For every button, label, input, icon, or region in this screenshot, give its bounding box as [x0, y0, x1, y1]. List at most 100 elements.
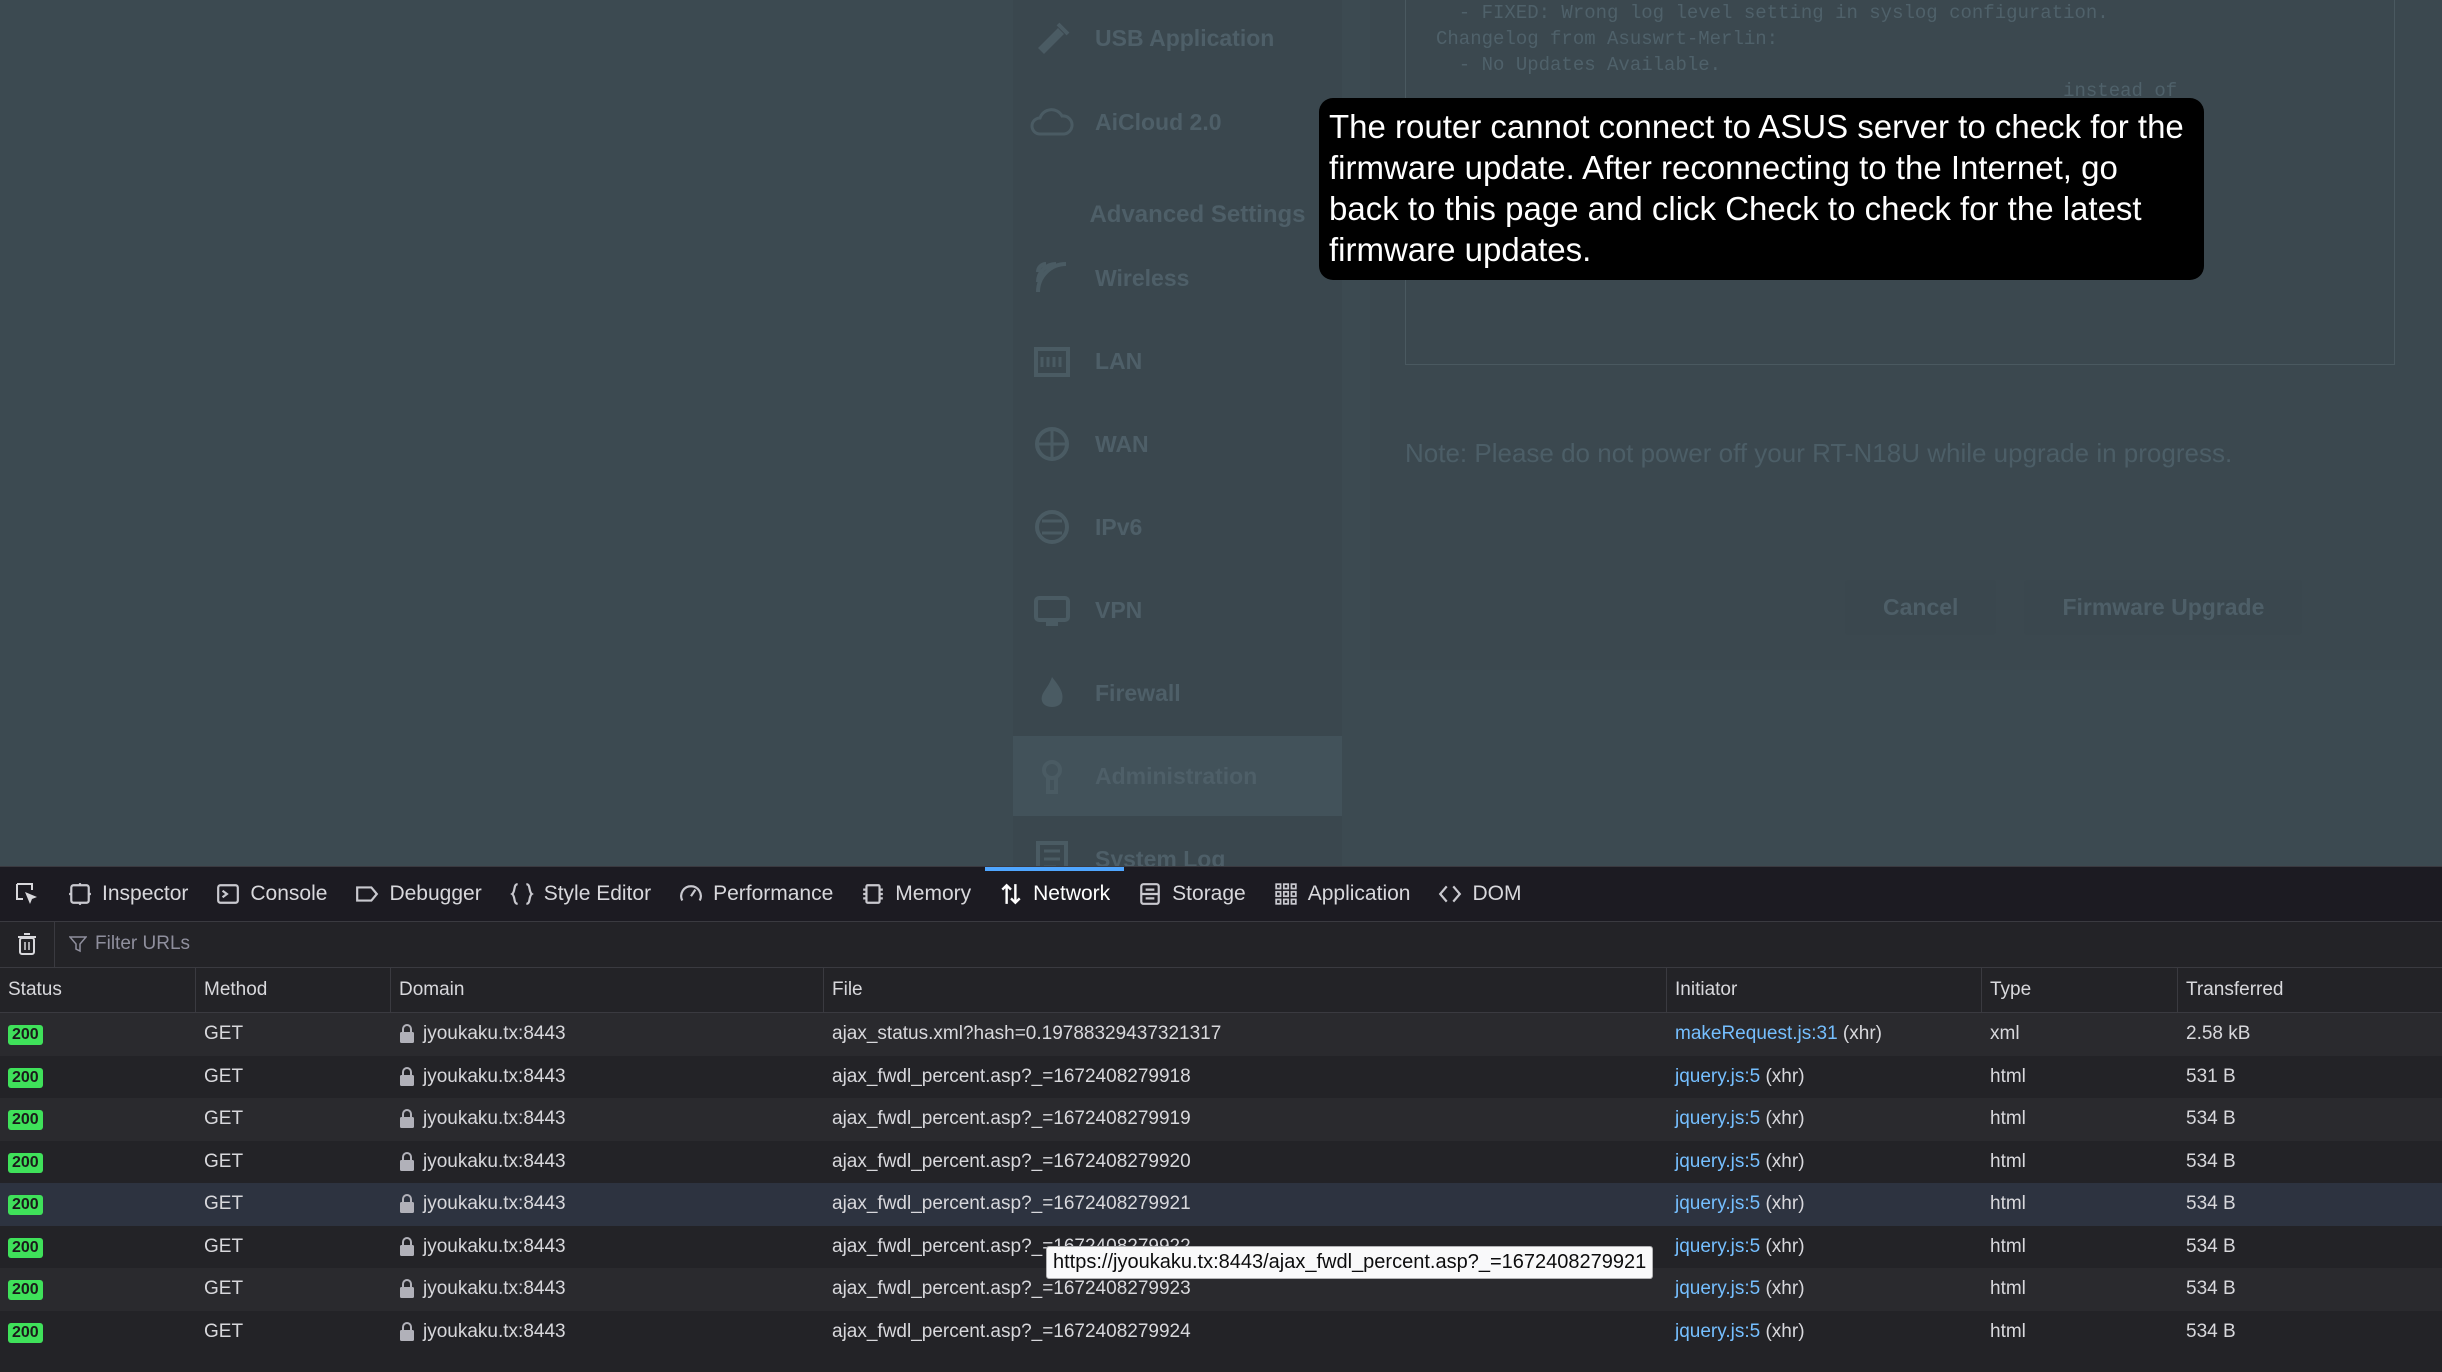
table-row[interactable]: 200 GET jyoukaku.tx:8443 ajax_fwdl_percent.…: [0, 1055, 2442, 1098]
element-picker-icon[interactable]: [0, 867, 54, 921]
initiator-kind: (xhr): [1837, 1023, 1882, 1045]
transferred-cell: 534 B: [2186, 1278, 2236, 1300]
table-row[interactable]: 200 GET jyoukaku.tx:8443 ajax_status.xml?ha…: [0, 1013, 2442, 1056]
status-cell: 200: [0, 1321, 196, 1343]
filter-urls-input[interactable]: Filter URLs: [69, 933, 190, 955]
domain-text: jyoukaku.tx:8443: [423, 1023, 566, 1045]
tab-inspector[interactable]: Inspector: [54, 867, 202, 921]
status-cell: 200: [0, 1236, 196, 1258]
domain-cell: jyoukaku.tx:8443: [391, 1151, 824, 1173]
method-cell: GET: [204, 1235, 244, 1257]
performance-icon: [679, 882, 703, 906]
inspector-icon: [68, 882, 92, 906]
memory-icon: [861, 882, 885, 906]
filter-placeholder: Filter URLs: [95, 933, 191, 954]
initiator-link[interactable]: jquery.js:5: [1675, 1066, 1760, 1087]
column-header-file[interactable]: File: [824, 968, 1667, 1012]
sidebar-item-lan[interactable]: LAN: [1013, 321, 1342, 401]
tab-application[interactable]: Application: [1260, 867, 1425, 921]
application-icon: [1274, 882, 1298, 906]
method-cell: GET: [204, 1108, 244, 1130]
lock-icon: [399, 1321, 415, 1342]
status-badge: 200: [8, 1280, 43, 1301]
initiator-link[interactable]: jquery.js:5: [1675, 1108, 1760, 1129]
column-header-type[interactable]: Type: [1982, 968, 2178, 1012]
sidebar-item-label: Firewall: [1095, 679, 1181, 706]
sidebar-item-firewall[interactable]: Firewall: [1013, 653, 1342, 733]
clear-requests-trash-icon[interactable]: [0, 921, 55, 967]
tab-storage[interactable]: Storage: [1124, 867, 1260, 921]
url-tooltip: https://jyoukaku.tx:8443/ajax_fwdl_perce…: [1046, 1246, 1654, 1279]
tab-label: Inspector: [102, 882, 189, 905]
table-header-row: Status Method Domain File Initiator Type…: [0, 968, 2442, 1013]
table-row[interactable]: 200 GET jyoukaku.tx:8443 ajax_fwdl_percent.…: [0, 1310, 2442, 1353]
log-icon: [1029, 836, 1075, 866]
table-row[interactable]: 200 GET jyoukaku.tx:8443 ajax_fwdl_percent.…: [0, 1098, 2442, 1141]
initiator-kind: (xhr): [1760, 1150, 1805, 1172]
initiator-kind: (xhr): [1760, 1278, 1805, 1300]
initiator-link[interactable]: jquery.js:5: [1675, 1236, 1760, 1257]
tab-console[interactable]: Console: [202, 867, 341, 921]
tab-style-editor[interactable]: Style Editor: [496, 867, 665, 921]
tab-dom[interactable]: DOM: [1424, 867, 1535, 921]
sidebar-item-wan[interactable]: WAN: [1013, 404, 1342, 484]
cancel-button[interactable]: Cancel: [1845, 580, 1997, 635]
wireless-icon: [1029, 255, 1075, 301]
table-row[interactable]: 200 GET jyoukaku.tx:8443 ajax_fwdl_percent.…: [0, 1183, 2442, 1226]
initiator-link[interactable]: makeRequest.js:31: [1675, 1023, 1838, 1044]
column-header-method[interactable]: Method: [196, 968, 391, 1012]
storage-icon: [1138, 882, 1162, 906]
column-header-transferred[interactable]: Transferred: [2178, 968, 2442, 1012]
initiator-link[interactable]: jquery.js:5: [1675, 1193, 1760, 1214]
domain-text: jyoukaku.tx:8443: [423, 1150, 566, 1172]
usb-icon: [1029, 15, 1075, 61]
initiator-kind: (xhr): [1760, 1108, 1805, 1130]
dom-icon: [1438, 882, 1462, 906]
tab-performance[interactable]: Performance: [665, 867, 847, 921]
transferred-cell: 534 B: [2186, 1235, 2236, 1257]
sidebar-item-vpn[interactable]: VPN: [1013, 570, 1342, 650]
notes-line: Changelog from Asuswrt-Merlin:: [1436, 28, 1779, 50]
type-cell: xml: [1990, 1023, 2020, 1045]
tab-memory[interactable]: Memory: [847, 867, 985, 921]
firmware-upgrade-button[interactable]: Firmware Upgrade: [2024, 580, 2303, 635]
initiator-kind: (xhr): [1760, 1320, 1805, 1342]
initiator-link[interactable]: jquery.js:5: [1675, 1151, 1760, 1172]
sidebar-item-usb-application[interactable]: USB Application: [1013, 0, 1342, 78]
domain-text: jyoukaku.tx:8443: [423, 1320, 566, 1342]
sidebar-item-system-log[interactable]: System Log: [1013, 819, 1342, 866]
sidebar-item-label: IPv6: [1095, 513, 1143, 540]
network-request-table: Status Method Domain File Initiator Type…: [0, 968, 2442, 1353]
column-header-status[interactable]: Status: [0, 968, 196, 1012]
debugger-icon: [355, 882, 379, 906]
tab-label: Network: [1033, 882, 1111, 905]
lock-icon: [399, 1024, 415, 1044]
sidebar-item-ipv6[interactable]: IPv6: [1013, 487, 1342, 567]
notes-line: - FIXED: Wrong log level setting in sysl…: [1436, 2, 2109, 24]
sidebar-item-administration[interactable]: Administration: [1013, 736, 1342, 816]
initiator-cell: jquery.js:5 (xhr): [1667, 1236, 1982, 1258]
column-header-initiator[interactable]: Initiator: [1667, 968, 1982, 1012]
transferred-cell: 534 B: [2186, 1320, 2236, 1342]
column-header-domain[interactable]: Domain: [391, 968, 824, 1012]
lock-icon: [399, 1066, 415, 1087]
admin-icon: [1029, 753, 1075, 799]
sidebar-item-aicloud[interactable]: AiCloud 2.0: [1013, 82, 1342, 162]
table-row[interactable]: 200 GET jyoukaku.tx:8443 ajax_fwdl_percent.…: [0, 1140, 2442, 1183]
lock-icon: [399, 1279, 415, 1299]
sidebar-item-label: USB Application: [1095, 24, 1275, 51]
initiator-link[interactable]: jquery.js:5: [1675, 1278, 1760, 1299]
tab-label: DOM: [1472, 882, 1522, 905]
router-sidebar: USB Application AiCloud 2.0 Advanced Set…: [1013, 0, 1342, 866]
tab-network[interactable]: Network: [985, 867, 1125, 921]
method-cell: GET: [204, 1278, 244, 1300]
sidebar-item-wireless[interactable]: Wireless: [1013, 238, 1342, 318]
transferred-cell: 2.58 kB: [2186, 1023, 2251, 1045]
sidebar-item-label: LAN: [1095, 347, 1143, 374]
tab-label: Style Editor: [543, 882, 652, 905]
network-icon: [999, 882, 1023, 906]
tab-debugger[interactable]: Debugger: [341, 867, 495, 921]
ipv6-icon: [1029, 504, 1075, 550]
file-cell: ajax_fwdl_percent.asp?_=1672408279924: [832, 1320, 1191, 1342]
initiator-link[interactable]: jquery.js:5: [1675, 1321, 1760, 1342]
